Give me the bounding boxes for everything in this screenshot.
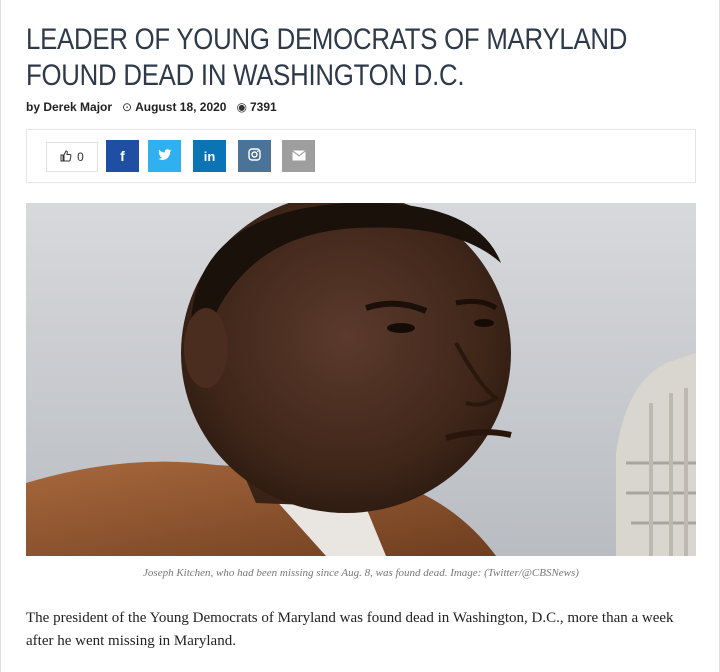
article-page: LEADER OF YOUNG DEMOCRATS OF MARYLAND FO… [0,0,720,672]
date-meta: ⊙ August 18, 2020 [122,100,226,114]
instagram-icon [248,148,261,164]
facebook-icon: f [120,148,125,164]
author-link[interactable]: by Derek Major [26,100,112,114]
email-share-button[interactable] [282,140,315,172]
like-button[interactable]: 0 [46,142,98,172]
thumbs-up-icon [60,149,72,165]
linkedin-share-button[interactable]: in [193,140,226,172]
twitter-share-button[interactable] [148,140,181,172]
view-count: 7391 [249,100,277,114]
share-bar: 0 f in [26,129,696,183]
instagram-share-button[interactable] [238,140,271,172]
facebook-share-button[interactable]: f [106,140,139,172]
views-meta: ◉ 7391 [236,100,276,114]
article-photo [26,203,696,556]
photo-caption: Joseph Kitchen, who had been missing sin… [143,567,579,579]
like-count: 0 [77,150,84,164]
eye-icon: ◉ [236,100,247,114]
article-title: LEADER OF YOUNG DEMOCRATS OF MARYLAND FO… [26,23,628,92]
article-body: The president of the Young Democrats of … [26,610,674,649]
clock-icon: ⊙ [122,100,133,114]
envelope-icon [291,148,306,164]
portrait-image [26,203,696,556]
twitter-icon [157,148,172,164]
post-date: August 18, 2020 [135,100,227,114]
linkedin-icon: in [203,148,216,164]
article-meta: by Derek Major ⊙ August 18, 2020 ◉ 7391 [26,100,277,114]
